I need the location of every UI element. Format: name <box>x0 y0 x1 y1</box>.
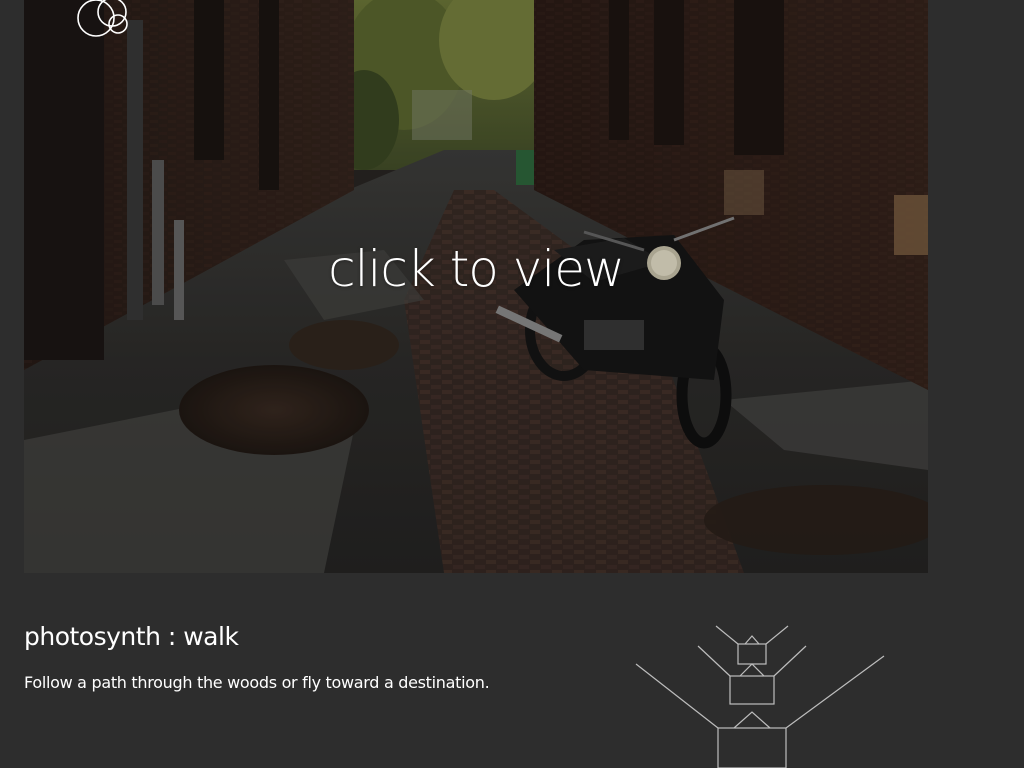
description-text: Follow a path through the woods or fly t… <box>24 673 490 692</box>
photo-viewer[interactable]: click to view <box>24 0 928 573</box>
page-title: photosynth : walk <box>24 622 239 651</box>
page: click to view photosynth : walk Follow a… <box>0 0 1024 768</box>
photosynth-logo-icon <box>77 0 128 37</box>
walk-cameras-icon <box>635 625 885 768</box>
click-to-view-label[interactable]: click to view <box>24 240 928 298</box>
